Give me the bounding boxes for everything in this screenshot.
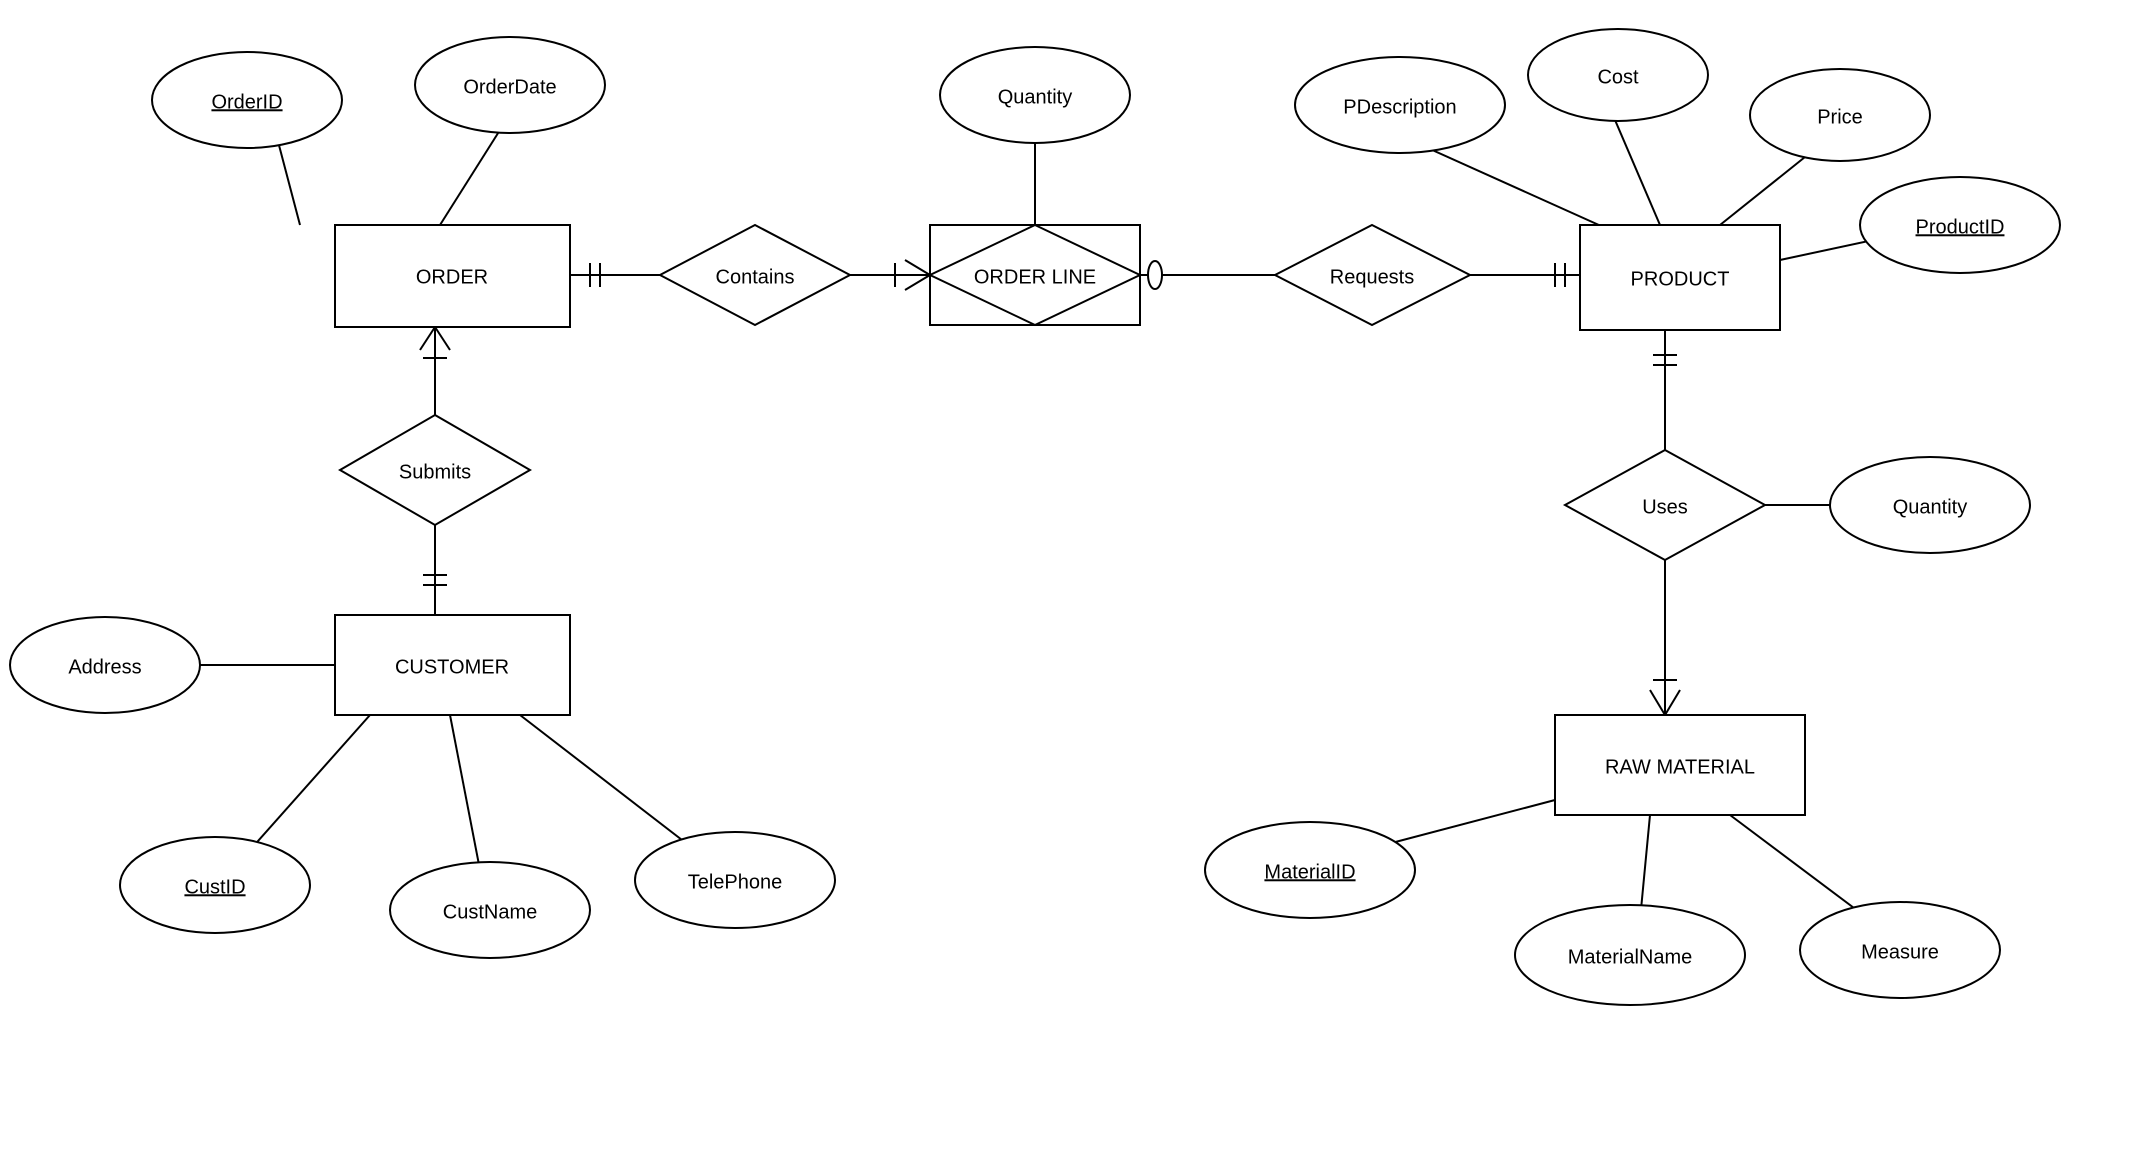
label-rel-contains: Contains — [716, 266, 795, 288]
label-rel-submits: Submits — [399, 461, 471, 483]
label-entity-order: ORDER — [416, 266, 488, 288]
label-attr-measure: Measure — [1861, 941, 1939, 963]
label-attr-cost: Cost — [1597, 66, 1639, 88]
label-attr-materialid: MaterialID — [1264, 861, 1355, 883]
label-attr-custname: CustName — [443, 901, 537, 923]
label-attr-telephone: TelePhone — [688, 871, 783, 893]
label-attr-custid: CustID — [184, 876, 245, 898]
label-attr-materialname: MaterialName — [1568, 946, 1692, 968]
label-attr-orderdate: OrderDate — [463, 76, 556, 98]
label-entity-rawmaterial: RAW MATERIAL — [1605, 756, 1755, 778]
label-attr-productid: ProductID — [1916, 216, 2005, 238]
label-attr-address: Address — [68, 656, 141, 678]
label-attr-uses-quantity: Quantity — [1893, 496, 1967, 518]
label-rel-uses: Uses — [1642, 496, 1688, 518]
label-attr-price: Price — [1817, 106, 1863, 128]
label-rel-requests: Requests — [1330, 266, 1415, 288]
label-entity-product: PRODUCT — [1631, 268, 1730, 290]
label-entity-customer: CUSTOMER — [395, 656, 509, 678]
label-attr-pdescription: PDescription — [1343, 96, 1456, 118]
er-diagram: ORDER ORDER LINE PRODUCT CUSTOMER RAW MA… — [0, 0, 2145, 1163]
label-entity-orderline: ORDER LINE — [974, 266, 1096, 288]
label-attr-ol-quantity: Quantity — [998, 86, 1072, 108]
label-attr-orderid: OrderID — [211, 91, 282, 113]
